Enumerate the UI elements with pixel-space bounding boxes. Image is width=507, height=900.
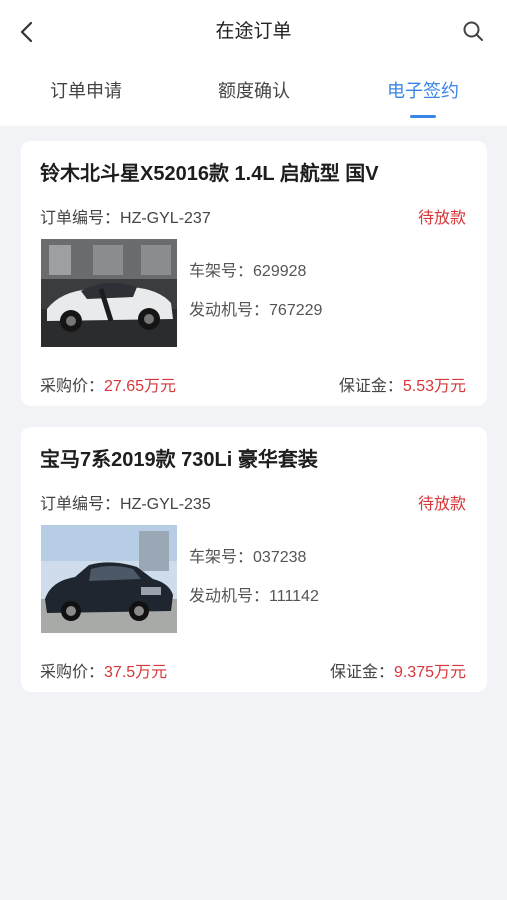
engine-number-value: 767229 xyxy=(269,302,323,319)
car-thumbnail xyxy=(41,239,177,347)
purchase-price-value: 37.5万元 xyxy=(104,664,168,681)
tab-order-apply[interactable]: 订单申请 xyxy=(40,74,132,108)
order-number: 订单编号：HZ-GYL-235 xyxy=(40,490,211,514)
deposit: 保证金：9.375万元 xyxy=(330,658,466,682)
car-thumbnail xyxy=(41,525,177,633)
active-tab-indicator xyxy=(410,115,436,118)
engine-number-label: 发动机号： xyxy=(189,588,270,605)
engine-number: 发动机号：767229 xyxy=(189,296,322,320)
frame-number-value: 629928 xyxy=(253,263,307,280)
car-title: 铃木北斗星X52016款 1.4L 启航型 国V xyxy=(40,163,379,185)
frame-number-value: 037238 xyxy=(253,549,307,566)
deposit: 保证金：5.53万元 xyxy=(339,372,466,396)
order-card[interactable]: 宝马7系2019款 730Li 豪华套装 订单编号：HZ-GYL-235 待放款… xyxy=(21,427,487,692)
status-badge: 待放款 xyxy=(417,496,466,513)
engine-number-label: 发动机号： xyxy=(189,302,270,319)
deposit-label: 保证金： xyxy=(329,664,394,681)
purchase-price-label: 采购价： xyxy=(40,664,105,681)
frame-number: 车架号：629928 xyxy=(189,257,306,281)
engine-number-value: 111142 xyxy=(269,588,319,605)
frame-number-label: 车架号： xyxy=(189,549,254,566)
order-number-label: 订单编号： xyxy=(40,210,121,227)
search-icon[interactable] xyxy=(461,19,485,43)
purchase-price-value: 27.65万元 xyxy=(104,378,177,395)
deposit-value: 5.53万元 xyxy=(402,378,466,395)
engine-number: 发动机号：111142 xyxy=(189,582,319,606)
order-number-value: HZ-GYL-237 xyxy=(120,210,211,227)
tab-e-sign[interactable]: 电子签约 xyxy=(377,74,469,108)
deposit-value: 9.375万元 xyxy=(393,664,466,681)
car-title: 宝马7系2019款 730Li 豪华套装 xyxy=(40,449,318,471)
tab-bar: 订单申请 额度确认 电子签约 xyxy=(0,74,507,118)
purchase-price: 采购价：37.5万元 xyxy=(40,658,167,682)
order-number-label: 订单编号： xyxy=(40,496,121,513)
order-number-value: HZ-GYL-235 xyxy=(120,496,211,513)
frame-number-label: 车架号： xyxy=(189,263,254,280)
top-bar: 在途订单 订单申请 额度确认 电子签约 xyxy=(0,0,507,126)
frame-number: 车架号：037238 xyxy=(189,543,306,567)
purchase-price-label: 采购价： xyxy=(40,378,105,395)
order-number: 订单编号：HZ-GYL-237 xyxy=(40,204,211,228)
purchase-price: 采购价：27.65万元 xyxy=(40,372,176,396)
status-badge: 待放款 xyxy=(417,210,466,227)
tab-credit-confirm[interactable]: 额度确认 xyxy=(208,74,300,108)
deposit-label: 保证金： xyxy=(338,378,403,395)
page-title: 在途订单 xyxy=(215,21,292,42)
order-card[interactable]: 铃木北斗星X52016款 1.4L 启航型 国V 订单编号：HZ-GYL-237… xyxy=(21,141,487,406)
